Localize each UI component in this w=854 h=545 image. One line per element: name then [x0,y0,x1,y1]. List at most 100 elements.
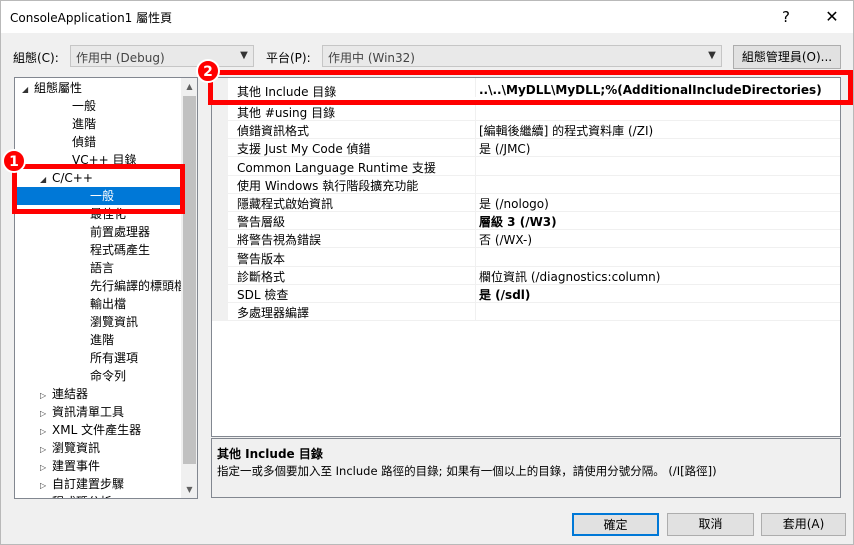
property-row[interactable]: 警告層級 層級 3 (/W3) [212,211,840,231]
tree-item[interactable]: 前置處理器 [78,223,150,241]
tree-item[interactable]: ◢ 組態屬性 [22,79,82,97]
collapse-arrow-icon[interactable]: ◢ [22,81,34,99]
property-grid[interactable]: 其他 Include 目錄 ..\..\MyDLL\MyDLL;%(Additio… [211,77,841,437]
tree-item[interactable]: ▷ 連結器 [40,385,88,403]
platform-label: 平台(P): [266,51,311,65]
tree-item-label: 輸出檔 [90,297,127,311]
row-gutter [212,284,228,303]
property-row[interactable]: 警告版本 [212,247,840,267]
property-value[interactable]: 否 (/WX-) [479,231,532,248]
tree-item[interactable]: 語言 [78,259,114,277]
column-divider [475,138,476,158]
tree-item[interactable]: 所有選項 [78,349,138,367]
config-label: 組態(C): [13,51,59,65]
cancel-button[interactable]: 取消 [667,513,754,536]
tree-item-label: 所有選項 [90,351,139,365]
property-name: 偵錯資訊格式 [237,124,310,139]
property-value[interactable]: 是 (/sdl) [479,286,530,303]
column-divider [475,174,476,194]
expand-arrow-icon[interactable]: ▷ [40,405,52,423]
tree-item[interactable]: ▷ 資訊清單工具 [40,403,124,421]
tree-item-label: 進階 [72,117,97,131]
property-value[interactable]: 欄位資訊 (/diagnostics:column) [479,268,660,285]
column-divider [475,265,476,285]
tree-scrollbar[interactable]: ▲ ▼ [181,78,197,498]
help-button[interactable]: ? [763,1,809,33]
tree-item[interactable]: 程式碼產生 [78,241,150,259]
property-name: 警告版本 [237,251,286,266]
tree-item[interactable]: 先行編譯的標頭檔 [78,277,186,295]
expand-arrow-icon[interactable]: ▷ [40,423,52,441]
tree-item-label: 自訂建置步驟 [52,477,125,491]
tree-item-label: 一般 [72,99,97,113]
category-tree[interactable]: ▷程式碼分析▷自訂建置步驟▷建置事件▷瀏覽資訊▷XML 文件產生器▷資訊清單工具… [14,77,198,499]
row-gutter [212,193,228,212]
annotation-box-2 [208,70,853,105]
config-manager-button[interactable]: 組態管理員(O)... [733,45,841,69]
expand-arrow-icon[interactable]: ▷ [40,441,52,459]
tree-item[interactable]: ▷ 瀏覽資訊 [40,439,100,457]
close-button[interactable]: ✕ [809,1,854,33]
tree-item[interactable]: 命令列 [78,367,126,385]
property-name: SDL 檢查 [237,288,289,302]
tree-item-label: 連結器 [52,387,89,401]
property-row[interactable]: SDL 檢查 是 (/sdl) [212,284,840,303]
tree-item[interactable]: 進階 [60,115,96,133]
apply-button[interactable]: 套用(A) [761,513,846,536]
tree-item[interactable]: 一般 [60,97,96,115]
property-row[interactable]: 多處理器編譯 [212,302,840,322]
row-gutter [212,229,228,249]
tree-item-label: 命令列 [90,369,127,383]
expand-arrow-icon[interactable]: ▷ [40,477,52,495]
config-select-value: 作用中 (Debug) [76,51,165,65]
description-panel: 其他 Include 目錄 指定一或多個要加入至 Include 路徑的目錄; … [211,438,841,498]
tree-item[interactable]: 瀏覽資訊 [78,313,138,331]
property-name: 其他 #using 目錄 [237,106,336,120]
property-value[interactable]: [編輯後繼續] 的程式資料庫 (/ZI) [479,122,653,139]
tree-item[interactable]: ▷ XML 文件產生器 [40,421,141,439]
expand-arrow-icon[interactable]: ▷ [40,459,52,477]
tree-item-label: XML 文件產生器 [52,423,142,437]
row-gutter [212,138,228,158]
property-value[interactable]: 是 (/nologo) [479,195,549,212]
tree-item-label: 偵錯 [72,135,97,149]
tree-item-label: 建置事件 [52,459,101,473]
property-row[interactable]: 診斷格式 欄位資訊 (/diagnostics:column) [212,265,840,285]
property-row[interactable]: 隱藏程式啟始資訊 是 (/nologo) [212,193,840,212]
tree-item-label: 語言 [90,261,115,275]
annotation-badge-2: 2 [196,59,220,83]
expand-arrow-icon[interactable]: ▷ [40,495,52,498]
tree-item-label: 瀏覽資訊 [52,441,101,455]
tree-item[interactable]: 偵錯 [60,133,96,151]
property-row[interactable]: 使用 Windows 執行階段擴充功能 [212,174,840,194]
column-divider [475,156,476,176]
property-row[interactable]: 偵錯資訊格式 [編輯後繼續] 的程式資料庫 (/ZI) [212,120,840,140]
title-bar: ConsoleApplication1 屬性頁 ? ✕ [1,1,853,33]
tree-item[interactable]: ▷ 自訂建置步驟 [40,475,124,493]
property-row[interactable]: Common Language Runtime 支援 [212,156,840,176]
column-divider [475,193,476,212]
scroll-up-icon[interactable]: ▲ [181,78,197,95]
description-text: 指定一或多個要加入至 Include 路徑的目錄; 如果有一個以上的目錄，請使用… [217,464,717,478]
expand-arrow-icon[interactable]: ▷ [40,387,52,405]
tree-item[interactable]: 輸出檔 [78,295,126,313]
property-value[interactable]: 層級 3 (/W3) [479,213,557,230]
platform-select[interactable]: 作用中 (Win32) ▼ [322,45,722,67]
property-value[interactable]: 是 (/JMC) [479,140,531,157]
property-row[interactable]: 支援 Just My Code 偵錯 是 (/JMC) [212,138,840,158]
ok-button[interactable]: 確定 [572,513,659,536]
row-gutter [212,265,228,285]
scroll-down-icon[interactable]: ▼ [181,481,197,498]
row-gutter [212,211,228,231]
row-gutter [212,247,228,267]
config-select[interactable]: 作用中 (Debug) ▼ [70,45,254,67]
property-name: 警告層級 [237,215,286,230]
property-name: 診斷格式 [237,269,286,284]
annotation-badge-1: 1 [2,149,26,173]
tree-item[interactable]: 進階 [78,331,114,349]
property-name: 隱藏程式啟始資訊 [237,197,334,211]
property-row[interactable]: 將警告視為錯誤 否 (/WX-) [212,229,840,249]
tree-item[interactable]: ▷ 建置事件 [40,457,100,475]
row-gutter [212,156,228,176]
scroll-thumb[interactable] [183,96,196,464]
